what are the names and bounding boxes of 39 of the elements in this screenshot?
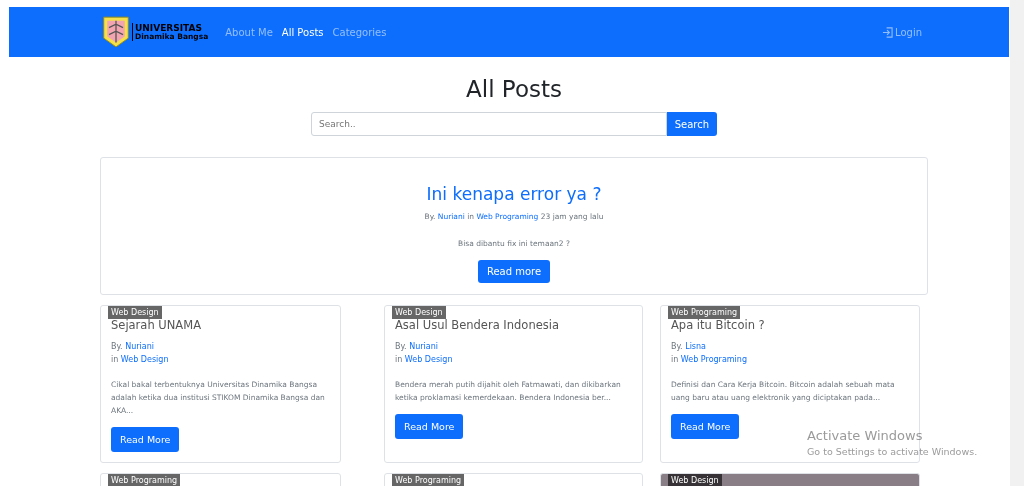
search-button[interactable]: Search [666, 112, 717, 136]
category-link[interactable]: Web Design [404, 355, 453, 364]
post-category: in Web Design [111, 354, 169, 366]
read-more-button[interactable]: Read More [671, 414, 740, 439]
post-category: in Web Design [395, 354, 453, 366]
university-logo-icon[interactable] [102, 15, 130, 49]
featured-post-title[interactable]: Ini kenapa error ya ? [426, 184, 602, 204]
category-badge: Web Programing [108, 474, 181, 486]
post-author: By. Lisna [671, 341, 706, 353]
category-badge: Web Programing [668, 306, 741, 319]
author-link[interactable]: Lisna [685, 342, 706, 351]
nav-link[interactable]: Categories [332, 26, 387, 38]
author-link[interactable]: Nuriani [409, 342, 438, 351]
post-title[interactable]: Sejarah UNAMA [111, 318, 201, 332]
activation-notice-title: Activate Windows [807, 428, 924, 443]
post-title[interactable]: Asal Usul Bendera Indonesia [395, 318, 559, 332]
category-badge: Web Programing [392, 474, 465, 486]
post-author: By. Nuriani [111, 341, 154, 353]
activation-notice-text: Go to Settings to activate Windows. [807, 446, 978, 457]
read-more-button[interactable]: Read More [395, 414, 464, 439]
category-link[interactable]: Web Programing [680, 355, 747, 364]
category-badge: Web Design [108, 306, 162, 319]
search-field[interactable]: Search.. [311, 112, 667, 136]
post-author: By. Nuriani [395, 341, 438, 353]
read-more-button[interactable]: Read More [111, 427, 180, 452]
login-icon [882, 26, 893, 38]
post-category: in Web Programing [671, 354, 747, 366]
scrollbar[interactable] [1010, 0, 1024, 486]
nav-link[interactable]: About Me [225, 26, 273, 38]
nav-link[interactable]: All Posts [281, 26, 324, 38]
category-badge: Web Design [392, 306, 446, 319]
post-title[interactable]: Apa itu Bitcoin ? [671, 318, 765, 332]
page-heading: All Posts [466, 76, 562, 102]
author-link[interactable]: Nuriani [125, 342, 154, 351]
category-link[interactable]: Web Design [120, 355, 169, 364]
login-link[interactable]: Login [882, 26, 922, 38]
brand-name[interactable]: UNIVERSITAS [135, 23, 209, 33]
read-more-button[interactable]: Read more [477, 260, 551, 283]
category-badge: Web Design [668, 474, 722, 486]
